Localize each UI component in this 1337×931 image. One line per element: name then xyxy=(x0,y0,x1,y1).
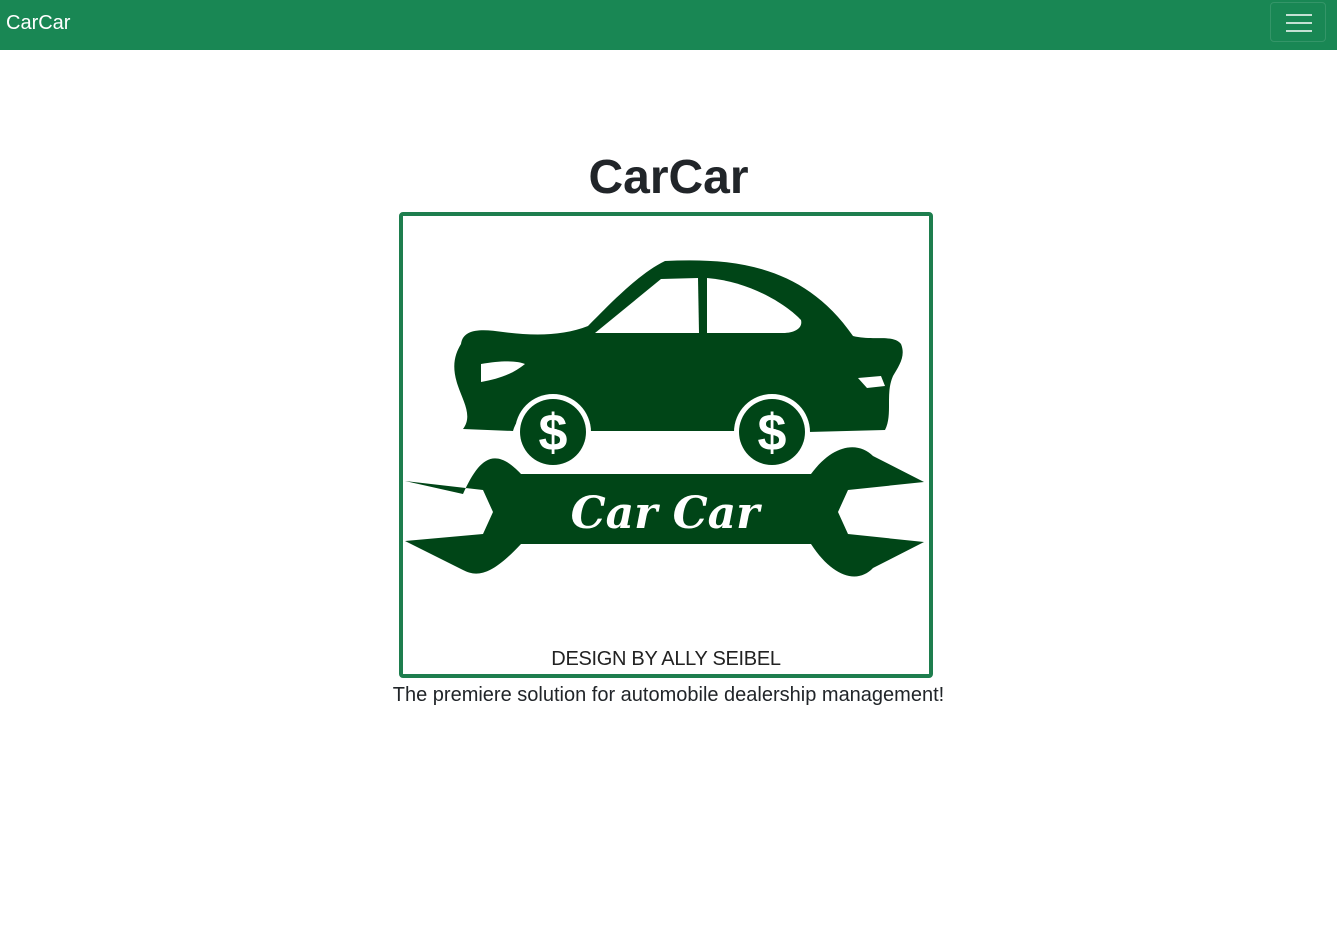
tagline: The premiere solution for automobile dea… xyxy=(392,684,945,706)
hamburger-menu-icon xyxy=(1286,14,1312,32)
logo-wordmark: Car Car xyxy=(571,488,763,539)
navbar-toggler-button[interactable] xyxy=(1270,2,1326,42)
page-title: CarCar xyxy=(588,151,749,204)
carcar-logo-graphic: $ $ Car Car xyxy=(405,260,924,577)
navbar-brand[interactable]: CarCar xyxy=(6,11,70,35)
logo-image: $ $ Car Car DESIGN BY ALLY SEIBEL xyxy=(399,212,933,678)
svg-text:$: $ xyxy=(539,404,568,462)
logo-credit: DESIGN BY ALLY SEIBEL xyxy=(551,648,781,670)
navbar: CarCar xyxy=(0,0,1337,50)
dollar-wheel-icon: $ xyxy=(734,394,810,470)
svg-text:$: $ xyxy=(758,404,787,462)
dollar-wheel-icon: $ xyxy=(515,394,591,470)
